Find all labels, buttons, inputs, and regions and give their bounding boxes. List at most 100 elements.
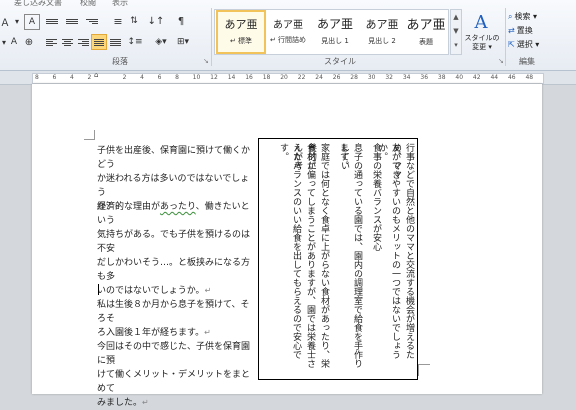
select-label: 選択 ▾ bbox=[516, 40, 540, 49]
tab-mailings[interactable]: 差し込み文書 bbox=[14, 0, 62, 8]
paragraph-4[interactable]: 今回はその中で感じた、子供を保育園に預 けて働くメリット・デメリットをまとめて … bbox=[97, 340, 257, 410]
bullets-icon[interactable] bbox=[44, 14, 60, 28]
ruler-number: 14 bbox=[227, 74, 236, 81]
change-styles-button[interactable]: スタイルの 変更 ▾ bbox=[462, 34, 502, 52]
text-line: ろ入園後１年が経ちます。↵ bbox=[97, 326, 257, 340]
text-line: いのではないでしょうか。↵ bbox=[97, 284, 257, 298]
horizontal-ruler[interactable]: 8 6 4 2 2 4 6 8 10 12 14 16 18 20 22 24 26 28 30 32 34 36 38 40… bbox=[0, 71, 576, 85]
scroll-down-icon[interactable]: ▼ bbox=[451, 24, 461, 38]
highlight-icon[interactable]: Ａ bbox=[0, 14, 10, 29]
ruler-number: 32 bbox=[385, 74, 393, 81]
find-button[interactable]: ⌕ 検索 ▾ bbox=[508, 11, 537, 22]
sort-icon[interactable]: ⇅ bbox=[128, 14, 140, 28]
ribbon-tabs: 差し込み文書 校閲 表示 bbox=[0, 0, 576, 8]
style-sample: あア亜 bbox=[273, 20, 303, 31]
text-fragment: いのではないでしょうか。 bbox=[97, 286, 205, 296]
text-line: 今回はその中で感じた、子供を保育園に預 bbox=[97, 342, 251, 366]
ribbon: 差し込み文書 校閲 表示 Ａ ▾ A ≡ ⇅ ↓↑ ¶ ▾ A ⊕ ↕≡ ◈▾ … bbox=[0, 0, 576, 71]
vertical-text-box[interactable]: 行事などで自然と他のママと交流する機会が増えるため、ママ 友ができやすいのもメリ… bbox=[258, 138, 418, 380]
paragraph-3[interactable]: 私は生後８か月から息子を預けて、そろそ ろ入園後１年が経ちます。↵ bbox=[97, 298, 257, 340]
paragraph-dialog-launcher[interactable]: ↘ bbox=[203, 57, 209, 65]
text-fragment: ろ入園後１年が経ちます。 bbox=[97, 328, 205, 338]
ruler-number: 36 bbox=[420, 74, 429, 81]
decrease-indent-icon[interactable]: ≡ bbox=[110, 14, 126, 28]
grammar-underline[interactable]: あったり bbox=[160, 202, 196, 212]
empty-paragraphs: ↵ bbox=[97, 258, 257, 272]
gallery-scrollbar[interactable]: ▲ ▼ ▾ bbox=[450, 9, 462, 55]
replace-button[interactable]: ⇄ 置換 bbox=[508, 25, 533, 36]
style-name: 見出し 1 bbox=[321, 37, 349, 45]
find-icon: ⌕ bbox=[508, 11, 513, 21]
line-spacing-icon[interactable]: ↕≡ bbox=[126, 35, 144, 49]
align-left-icon[interactable] bbox=[44, 35, 58, 49]
ruler-number: 28 bbox=[350, 74, 358, 81]
enclose-char-icon[interactable]: A bbox=[24, 14, 40, 30]
char-border-icon[interactable]: A bbox=[8, 35, 20, 49]
shading-icon[interactable]: ◈▾ bbox=[152, 35, 170, 49]
gallery-more-icon[interactable]: ▾ bbox=[451, 38, 461, 52]
ruler-number: 12 bbox=[210, 74, 218, 81]
styles-dialog-launcher[interactable]: ↘ bbox=[498, 57, 504, 65]
align-right-icon[interactable] bbox=[76, 35, 90, 49]
style-name: 見出し 2 bbox=[368, 37, 396, 45]
tab-view[interactable]: 表示 bbox=[112, 0, 128, 8]
sort-order-icon[interactable]: ↓↑ bbox=[148, 14, 165, 28]
crop-mark bbox=[418, 364, 419, 376]
text-line: けて働くメリット・デメリットをまとめて bbox=[97, 370, 251, 394]
find-label: 検索 ▾ bbox=[514, 12, 538, 21]
numbering-icon[interactable] bbox=[64, 14, 80, 28]
styles-group-label: スタイル bbox=[324, 57, 356, 66]
phonetic-icon[interactable]: ▾ bbox=[0, 35, 8, 49]
style-no-spacing[interactable]: あア亜 ↵ 行間詰め bbox=[265, 12, 311, 50]
crop-mark bbox=[84, 139, 95, 140]
ruler-number: 38 bbox=[437, 74, 446, 81]
paragraph-mark-icon: ↵ bbox=[142, 398, 149, 407]
ruler-number: 2 bbox=[87, 74, 92, 81]
font-color-arrow[interactable]: ▾ bbox=[12, 14, 22, 28]
paragraph-mark-icon: ↵ bbox=[204, 328, 211, 337]
ruler-number: 8 bbox=[35, 74, 39, 81]
paragraph-2[interactable]: 経済的な理由があったり、働きたいという 気持ちがある。でも子供を預けるのは不安 … bbox=[97, 200, 257, 298]
ruler-number: 6 bbox=[157, 74, 162, 81]
ruler-number: 2 bbox=[122, 74, 127, 81]
paragraph-mark-icon: ↵ bbox=[97, 260, 104, 269]
tab-review[interactable]: 校閲 bbox=[80, 0, 96, 8]
justify-button[interactable] bbox=[91, 34, 107, 50]
text-line: か迷われる方は多いのではないでしょう bbox=[97, 174, 250, 198]
ruler-number: 4 bbox=[140, 74, 144, 81]
ruler-number: 26 bbox=[332, 74, 341, 81]
borders-icon[interactable]: ⊞▾ bbox=[174, 35, 192, 49]
group-separator bbox=[211, 8, 212, 66]
style-name: ↵ 標準 bbox=[229, 37, 253, 45]
select-button[interactable]: ⇱ 選択 ▾ bbox=[508, 39, 539, 50]
replace-icon: ⇄ bbox=[508, 26, 515, 35]
text-line: 気持ちがある。でも子供を預けるのは不安 bbox=[97, 230, 251, 254]
ruler-number: 24 bbox=[315, 74, 323, 81]
vertical-text-line: ます。 bbox=[338, 143, 348, 170]
styles-gallery: あア亜 ↵ 標準 あア亜 ↵ 行間詰め あア亜 見出し 1 あア亜 見出し 2 … bbox=[214, 9, 449, 55]
enclosed-char-icon[interactable]: ⊕ bbox=[22, 35, 36, 49]
style-title[interactable]: あア亜 表題 bbox=[406, 12, 446, 50]
ruler-number: 40 bbox=[455, 74, 464, 81]
paragraph-group-label: 段落 bbox=[112, 57, 128, 66]
ruler-number: 20 bbox=[280, 74, 288, 81]
text-cursor bbox=[98, 284, 99, 295]
show-marks-icon[interactable]: ¶ bbox=[174, 14, 188, 28]
text-line: 私は生後８か月から息子を預けて、そろそ bbox=[97, 300, 250, 324]
change-styles-icon[interactable]: A bbox=[466, 10, 496, 34]
group-separator bbox=[505, 8, 506, 66]
multilevel-list-icon[interactable] bbox=[84, 14, 100, 28]
crop-mark bbox=[418, 364, 430, 365]
style-normal[interactable]: あア亜 ↵ 標準 bbox=[216, 10, 266, 54]
vertical-text-line: えたバランスのいい給食を出してもらえるので安心です。 bbox=[278, 143, 301, 359]
style-heading-2[interactable]: あア亜 見出し 2 bbox=[359, 12, 405, 50]
style-name: 表題 bbox=[419, 38, 433, 46]
align-center-icon[interactable] bbox=[60, 35, 74, 49]
distribute-icon[interactable] bbox=[108, 35, 122, 49]
replace-label: 置換 bbox=[516, 26, 533, 35]
style-heading-1[interactable]: あア亜 見出し 1 bbox=[312, 12, 358, 50]
indent-marker-icon[interactable]: ⌂ bbox=[94, 71, 98, 79]
text-line: 子供を出産後、保育園に預けて働くかどう bbox=[97, 146, 251, 170]
text-fragment: みました。 bbox=[97, 398, 143, 408]
scroll-up-icon[interactable]: ▲ bbox=[451, 10, 461, 24]
